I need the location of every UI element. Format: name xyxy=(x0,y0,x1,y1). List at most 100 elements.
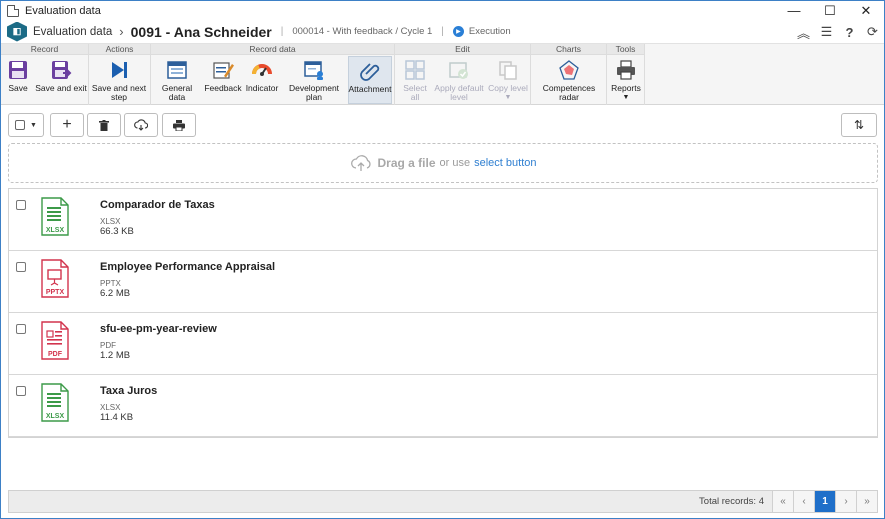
reports-button[interactable]: Reports ▼ xyxy=(609,56,643,104)
save-button[interactable]: Save xyxy=(4,56,32,104)
file-extension: PDF xyxy=(100,341,116,350)
group-label: Tools xyxy=(607,44,644,55)
previous-page-button[interactable]: ‹ xyxy=(793,491,814,512)
record-header: ◧ Evaluation data › 0091 - Ana Schneider… xyxy=(1,20,884,44)
download-button[interactable] xyxy=(124,113,158,137)
copy-level-label: Copy level xyxy=(488,83,528,93)
select-button-link[interactable]: select button xyxy=(474,157,536,169)
development-plan-label: Development plan xyxy=(288,83,340,102)
list-item[interactable]: PDF sfu-ee-pm-year-review PDF 1.2 MB xyxy=(9,313,877,375)
row-checkbox[interactable] xyxy=(16,324,26,334)
file-extension: XLSX xyxy=(100,217,121,226)
last-page-button[interactable]: » xyxy=(856,491,877,512)
file-name[interactable]: sfu-ee-pm-year-review xyxy=(100,323,217,335)
feedback-button[interactable]: Feedback xyxy=(204,56,242,104)
minimize-button[interactable]: — xyxy=(776,1,812,20)
maximize-button[interactable]: ☐ xyxy=(812,1,848,20)
file-size: 11.4 KB xyxy=(100,412,134,423)
form-icon xyxy=(167,61,187,79)
competences-radar-label: Competences radar xyxy=(542,83,596,102)
xlsx-file-icon: XLSX xyxy=(41,383,69,422)
file-extension: PPTX xyxy=(100,279,121,288)
dropdown-arrow-icon: ▼ xyxy=(504,94,512,101)
pagination-bar: Total records: 4 « ‹ 1 › » xyxy=(8,490,878,513)
list-item[interactable]: XLSX Taxa Juros XLSX 11.4 KB xyxy=(9,375,877,437)
list-icon[interactable]: ☰ xyxy=(815,24,838,40)
or-use-label: or use xyxy=(439,157,471,169)
development-plan-button[interactable]: Development plan xyxy=(282,56,346,104)
general-data-label: General data xyxy=(161,83,193,102)
refresh-icon[interactable]: ⟳ xyxy=(861,24,884,40)
file-extension: XLSX xyxy=(100,403,121,412)
list-item[interactable]: XLSX Comparador de Taxas XLSX 66.3 KB xyxy=(9,189,877,251)
current-page-button[interactable]: 1 xyxy=(814,491,835,512)
reports-label: Reports xyxy=(611,83,641,93)
sort-button[interactable]: ⇅ xyxy=(841,113,877,137)
row-checkbox[interactable] xyxy=(16,386,26,396)
next-page-button[interactable]: › xyxy=(835,491,856,512)
window-title: Evaluation data xyxy=(25,4,101,17)
file-size: 6.2 MB xyxy=(100,288,131,299)
file-name[interactable]: Employee Performance Appraisal xyxy=(100,261,275,273)
delete-button[interactable] xyxy=(87,113,121,137)
plan-icon xyxy=(304,61,323,80)
pptx-file-icon: PPTX xyxy=(41,259,69,298)
xlsx-file-icon: XLSX xyxy=(41,197,69,236)
feedback-icon xyxy=(213,62,234,79)
svg-text:PPTX: PPTX xyxy=(46,289,65,296)
attachments-list: XLSX Comparador de Taxas XLSX 66.3 KB PP… xyxy=(8,188,878,438)
file-drop-zone[interactable]: Drag a file or use select button xyxy=(8,143,878,183)
svg-text:XLSX: XLSX xyxy=(46,227,65,234)
file-size: 1.2 MB xyxy=(100,350,131,361)
apply-level-icon xyxy=(449,62,468,79)
svg-text:XLSX: XLSX xyxy=(46,413,65,420)
application-window: Evaluation data — ☐ ✕ ◧ Evaluation data … xyxy=(0,0,885,519)
breadcrumb[interactable]: Evaluation data xyxy=(33,26,112,38)
cloud-download-icon xyxy=(134,119,148,131)
dropdown-arrow-icon: ▼ xyxy=(622,94,630,101)
general-data-button[interactable]: General data xyxy=(154,56,200,104)
grid-icon xyxy=(405,60,425,80)
window-icon xyxy=(7,4,19,17)
copy-level-button[interactable]: Copy level ▼ xyxy=(487,56,529,104)
attachment-button[interactable]: Attachment xyxy=(348,56,392,104)
select-all-button[interactable]: Select all xyxy=(398,56,432,104)
collapse-up-icon[interactable]: ︽ xyxy=(792,23,815,42)
printer-icon xyxy=(173,119,185,131)
row-checkbox[interactable] xyxy=(16,200,26,210)
record-title: 0091 - Ana Schneider xyxy=(130,23,272,40)
copy-icon xyxy=(499,61,517,80)
separator: | xyxy=(441,26,444,37)
ribbon: Record Actions Record data Edit Charts T… xyxy=(1,44,884,105)
list-item[interactable]: PPTX Employee Performance Appraisal PPTX… xyxy=(9,251,877,313)
status-label: Execution xyxy=(468,26,511,37)
print-button[interactable] xyxy=(162,113,196,137)
indicator-button[interactable]: Indicator xyxy=(245,56,279,104)
select-checkbox-dropdown[interactable]: ▼ xyxy=(8,113,44,137)
row-checkbox[interactable] xyxy=(16,262,26,272)
checkbox[interactable] xyxy=(15,120,26,130)
group-label: Actions xyxy=(89,44,150,55)
first-page-button[interactable]: « xyxy=(772,491,793,512)
file-name[interactable]: Taxa Juros xyxy=(100,385,157,397)
save-label: Save xyxy=(8,83,28,93)
group-label: Record data xyxy=(151,44,394,55)
file-name[interactable]: Comparador de Taxas xyxy=(100,199,215,211)
next-step-icon xyxy=(112,62,127,78)
record-subtitle: 000014 - With feedback / Cycle 1 xyxy=(292,26,433,37)
add-button[interactable]: + xyxy=(50,113,84,137)
apply-default-level-button[interactable]: Apply default level xyxy=(434,56,484,104)
save-next-step-button[interactable]: Save and next step xyxy=(91,56,147,104)
group-label: Charts xyxy=(531,44,606,55)
printer-icon xyxy=(617,60,635,80)
help-icon[interactable]: ? xyxy=(838,25,861,40)
close-button[interactable]: ✕ xyxy=(848,1,884,20)
gauge-icon xyxy=(252,64,272,76)
save-exit-button[interactable]: Save and exit xyxy=(35,56,87,104)
save-exit-icon xyxy=(52,61,72,79)
play-icon: ▶ xyxy=(452,26,464,37)
drag-file-label: Drag a file xyxy=(377,156,436,170)
save-next-label: Save and next step xyxy=(91,83,147,102)
competences-radar-button[interactable]: Competences radar xyxy=(534,56,604,104)
save-exit-label: Save and exit xyxy=(35,83,87,93)
